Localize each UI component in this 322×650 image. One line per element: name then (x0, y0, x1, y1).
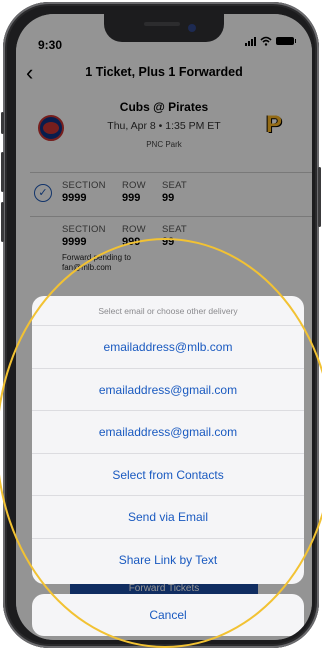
speaker (144, 22, 180, 26)
sheet-option-send-email[interactable]: Send via Email (32, 496, 304, 539)
delivery-action-sheet: Select email or choose other delivery em… (32, 296, 304, 584)
mute-switch (1, 112, 4, 134)
phone-screen: 9:30 ‹ 1 Ticket, Plus 1 Forwarded Cubs @… (16, 14, 312, 640)
cancel-button[interactable]: Cancel (32, 594, 304, 636)
phone-frame: 9:30 ‹ 1 Ticket, Plus 1 Forwarded Cubs @… (1, 2, 321, 648)
volume-up-button (1, 152, 4, 192)
notch (104, 14, 224, 42)
sheet-option-share-text[interactable]: Share Link by Text (32, 539, 304, 582)
sheet-header: Select email or choose other delivery (32, 296, 304, 326)
sheet-option-email-gmail-1[interactable]: emailaddress@gmail.com (32, 369, 304, 411)
volume-down-button (1, 202, 4, 242)
sheet-option-email-gmail-2[interactable]: emailaddress@gmail.com (32, 411, 304, 454)
front-camera (188, 24, 196, 32)
sheet-option-select-contacts[interactable]: Select from Contacts (32, 454, 304, 496)
power-button (318, 167, 321, 227)
sheet-option-email-mlb[interactable]: emailaddress@mlb.com (32, 326, 304, 369)
